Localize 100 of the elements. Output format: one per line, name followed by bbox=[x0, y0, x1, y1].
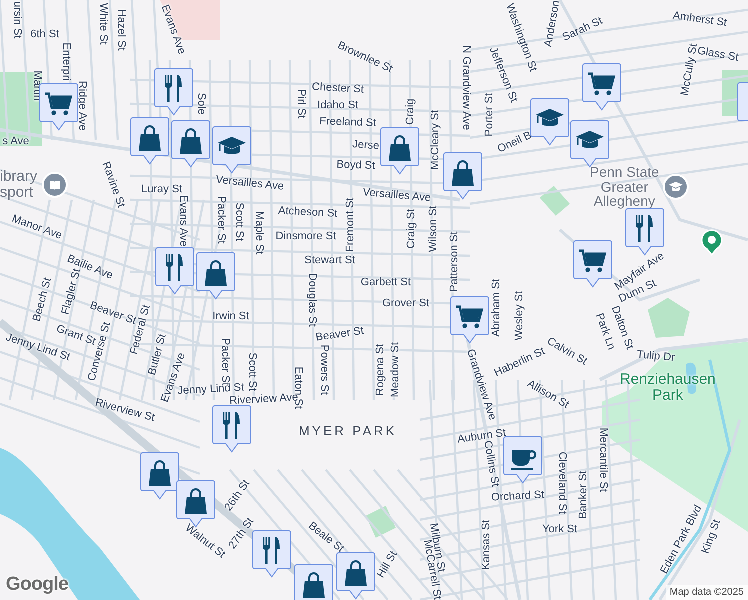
street-label: N Grandview Ave bbox=[460, 46, 472, 130]
street-label: Amherst St bbox=[672, 10, 728, 30]
graduation-cap-icon bbox=[576, 131, 604, 148]
street-label: Idaho St bbox=[318, 100, 358, 112]
street-label: Glass St bbox=[696, 46, 740, 64]
map-pin[interactable] bbox=[196, 252, 236, 300]
street-label: Abraham St bbox=[492, 278, 502, 338]
street-label: Cleveland St bbox=[556, 452, 568, 514]
street-label: Hill St bbox=[376, 550, 400, 580]
shopping-bag-icon bbox=[345, 560, 367, 586]
fork-knife-icon bbox=[263, 537, 280, 564]
street-label: Craig bbox=[406, 98, 416, 126]
street-label: Flagler St bbox=[60, 268, 84, 316]
map-pin[interactable] bbox=[140, 452, 180, 500]
place-label[interactable]: ibrary sport bbox=[0, 169, 38, 200]
map-pin[interactable] bbox=[503, 436, 543, 484]
street-label: ursin St bbox=[12, 1, 22, 39]
map-pin[interactable] bbox=[336, 552, 376, 600]
park-area bbox=[540, 186, 570, 216]
book-icon[interactable] bbox=[42, 172, 68, 198]
street-label: Hazel St bbox=[116, 9, 126, 51]
graduation-cap-icon[interactable] bbox=[663, 174, 690, 200]
street-label: Powers St bbox=[318, 344, 330, 396]
street-label: Wilson St bbox=[428, 206, 440, 252]
street-label: Enterpri bbox=[60, 42, 72, 82]
street-label: Dinsmore St bbox=[276, 232, 336, 242]
map-pin[interactable] bbox=[212, 405, 252, 453]
place-label[interactable]: Penn State Greater Allegheny bbox=[590, 165, 660, 210]
shopping-bag-icon bbox=[149, 460, 171, 486]
street-label: Scott St bbox=[234, 202, 244, 242]
street-label: Collins St bbox=[482, 440, 500, 488]
street-label: Anderson bbox=[544, 0, 562, 48]
shopping-bag-icon bbox=[180, 128, 202, 154]
street-label: York St bbox=[542, 524, 578, 536]
shopping-bag-icon bbox=[205, 260, 227, 286]
street-label: Ravine St bbox=[100, 160, 126, 210]
street-label: White St bbox=[98, 3, 108, 45]
street-label: Rogena St bbox=[376, 344, 386, 396]
map-pin[interactable] bbox=[530, 98, 570, 146]
map-pin[interactable] bbox=[130, 117, 170, 165]
map-pin[interactable] bbox=[573, 240, 613, 288]
map-pin[interactable] bbox=[625, 208, 665, 256]
street-label: Douglas St bbox=[306, 273, 318, 327]
street-label: Manor Ave bbox=[10, 214, 64, 242]
street-label: Porter St bbox=[484, 93, 496, 137]
fork-knife-icon bbox=[636, 215, 653, 242]
map-attribution[interactable]: Map data ©2025 bbox=[666, 585, 748, 600]
google-logo[interactable]: Google bbox=[6, 574, 68, 596]
street-label: Patterson St bbox=[450, 232, 460, 292]
street-label: Fremont St bbox=[346, 198, 356, 252]
map-pin[interactable] bbox=[443, 152, 483, 200]
street-label: Scott St bbox=[246, 352, 258, 392]
street-label: Tulip Dr bbox=[636, 350, 676, 364]
shopping-cart-icon bbox=[579, 250, 607, 272]
street-label: 6th St bbox=[30, 30, 60, 40]
place-label[interactable]: Renziehausen Park bbox=[620, 372, 716, 404]
shopping-bag-icon bbox=[139, 126, 161, 151]
shopping-cart-icon bbox=[588, 72, 616, 96]
fork-knife-icon bbox=[223, 412, 240, 439]
fork-knife-icon bbox=[165, 75, 182, 102]
street-label: Versailles Ave bbox=[362, 188, 432, 204]
park-area bbox=[366, 506, 396, 538]
map-pin[interactable] bbox=[380, 127, 420, 175]
street-label: Atcheson St bbox=[278, 206, 338, 220]
map-pin[interactable] bbox=[171, 120, 211, 168]
street-label: Chester St bbox=[312, 82, 364, 96]
map-pin[interactable] bbox=[450, 296, 490, 344]
street-label: Grover St bbox=[382, 298, 430, 310]
street-label: Evans Ave bbox=[178, 195, 188, 247]
street-label: Orchard St bbox=[491, 490, 545, 504]
map-pin[interactable] bbox=[154, 68, 194, 116]
map-pin[interactable] bbox=[155, 247, 195, 295]
street-label: Jerse bbox=[352, 140, 380, 152]
graduation-cap-icon bbox=[536, 109, 564, 126]
street-label: Butler St bbox=[147, 333, 169, 377]
street-label: Ridge Ave bbox=[76, 81, 88, 131]
map-pin[interactable] bbox=[570, 120, 610, 168]
graduation-cap-icon bbox=[218, 137, 246, 154]
shopping-bag-icon bbox=[452, 160, 474, 186]
street-label: Meadow St bbox=[390, 342, 402, 398]
street-label: Oneil B bbox=[496, 130, 534, 156]
street-label: Luray St bbox=[142, 184, 182, 196]
street-label: Freeland St bbox=[319, 116, 377, 130]
street-label: Maple St bbox=[254, 211, 264, 255]
street-label: Evans Ave bbox=[158, 4, 188, 56]
map-pin[interactable] bbox=[294, 564, 334, 600]
street-label: Mercantile St bbox=[598, 428, 608, 492]
street-label: Sole bbox=[196, 92, 206, 116]
street-label: King St bbox=[700, 518, 724, 556]
map-pin[interactable] bbox=[212, 126, 252, 174]
location-pin[interactable] bbox=[700, 228, 724, 256]
coffee-cup-icon bbox=[511, 450, 537, 470]
shopping-bag-icon bbox=[389, 136, 411, 161]
street-label: Pirl St bbox=[296, 89, 306, 119]
street-label: Irwin St bbox=[212, 312, 250, 322]
map-pin[interactable] bbox=[252, 530, 292, 578]
map-pin[interactable] bbox=[582, 63, 622, 111]
shopping-cart-icon bbox=[456, 306, 484, 328]
street-label: Craig St bbox=[406, 209, 418, 249]
street-label: Stewart St bbox=[304, 256, 356, 266]
